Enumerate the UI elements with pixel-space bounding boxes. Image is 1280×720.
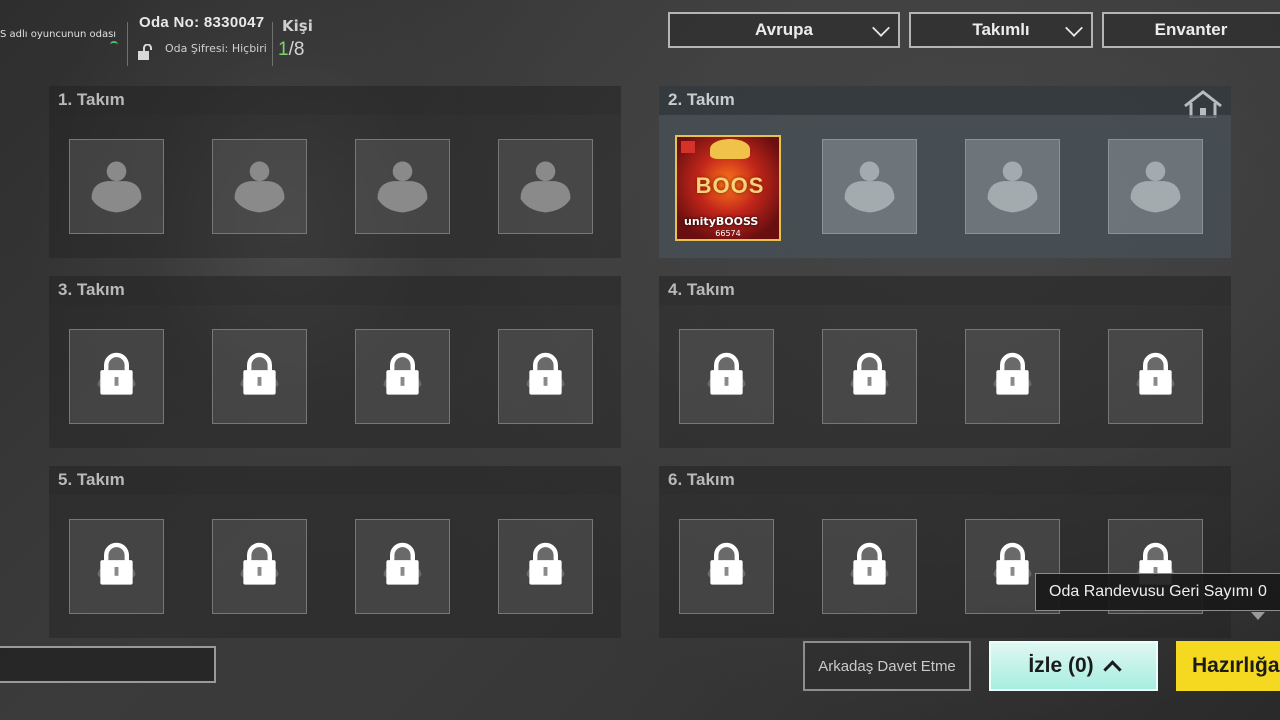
empty-slot[interactable] xyxy=(69,139,164,234)
chevron-down-icon xyxy=(872,19,890,37)
team-panel-6: 6. Takım xyxy=(659,466,1231,638)
people-total: /8 xyxy=(288,39,305,60)
person-silhouette-icon xyxy=(520,161,571,213)
room-password: Oda Şifresi: Hiçbiri xyxy=(165,42,267,55)
room-number: Oda No: 8330047 xyxy=(139,14,265,31)
padlock-icon xyxy=(383,542,422,585)
person-silhouette-icon xyxy=(1130,161,1181,213)
locked-slot[interactable] xyxy=(1108,329,1203,424)
padlock-icon xyxy=(97,352,136,395)
people-label: Kişi xyxy=(282,17,313,35)
chevron-up-icon xyxy=(1102,659,1122,679)
region-dropdown[interactable]: Avrupa xyxy=(668,12,900,48)
locked-slot[interactable] xyxy=(498,329,593,424)
invite-friend-label: Arkadaş Davet Etme xyxy=(818,657,956,675)
player-id: 66574 xyxy=(715,229,741,238)
room-countdown-text: Oda Randevusu Geri Sayımı 0 xyxy=(1049,583,1267,600)
player-name: unityBOOSS xyxy=(684,215,759,228)
team-label: 6. Takım xyxy=(668,470,735,489)
person-silhouette-icon xyxy=(844,161,895,213)
room-host-text: S adlı oyuncunun odası xyxy=(0,29,117,40)
padlock-icon xyxy=(850,542,889,585)
padlock-icon xyxy=(1136,352,1175,395)
locked-slot[interactable] xyxy=(498,519,593,614)
empty-slot[interactable] xyxy=(212,139,307,234)
empty-slot[interactable] xyxy=(965,139,1060,234)
empty-slot[interactable] xyxy=(498,139,593,234)
locked-slot[interactable] xyxy=(69,519,164,614)
padlock-icon xyxy=(383,352,422,395)
locked-slot[interactable] xyxy=(212,519,307,614)
inventory-button-label: Envanter xyxy=(1154,20,1228,39)
divider xyxy=(272,22,273,66)
spectate-button[interactable]: İzle (0) xyxy=(989,641,1158,691)
spectate-label: İzle (0) xyxy=(1028,654,1094,677)
invite-friend-button[interactable]: Arkadaş Davet Etme xyxy=(803,641,971,691)
ready-button[interactable]: Hazırlığa xyxy=(1176,641,1280,691)
empty-slot[interactable] xyxy=(822,139,917,234)
team-panel-3: 3. Takım xyxy=(49,276,621,448)
inventory-button[interactable]: Envanter xyxy=(1102,12,1280,48)
mode-dropdown-label: Takımlı xyxy=(972,20,1030,39)
person-silhouette-icon xyxy=(91,161,142,213)
padlock-icon xyxy=(850,352,889,395)
locked-slot[interactable] xyxy=(679,519,774,614)
team-panel-4: 4. Takım xyxy=(659,276,1231,448)
locked-slot[interactable] xyxy=(822,519,917,614)
region-dropdown-label: Avrupa xyxy=(755,20,813,39)
team-panel-5: 5. Takım xyxy=(49,466,621,638)
locked-slot[interactable] xyxy=(822,329,917,424)
person-silhouette-icon xyxy=(377,161,428,213)
team-label: 2. Takım xyxy=(668,90,735,109)
unlocked-lock-icon xyxy=(138,44,152,60)
padlock-icon xyxy=(526,542,565,585)
team-header: 4. Takım xyxy=(659,276,1231,305)
padlock-icon xyxy=(97,542,136,585)
chevron-down-icon xyxy=(1065,19,1083,37)
team-label: 4. Takım xyxy=(668,280,735,299)
tooltip-pointer xyxy=(1251,612,1265,620)
padlock-icon xyxy=(240,542,279,585)
chat-input[interactable] xyxy=(0,646,216,683)
team-label: 5. Takım xyxy=(58,470,125,489)
padlock-icon xyxy=(707,352,746,395)
room-countdown-tooltip: Oda Randevusu Geri Sayımı 0 xyxy=(1035,573,1280,611)
person-silhouette-icon xyxy=(234,161,285,213)
team-label: 3. Takım xyxy=(58,280,125,299)
crest-emblem xyxy=(710,139,750,159)
wifi-icon xyxy=(110,41,118,48)
ready-label: Hazırlığa xyxy=(1192,654,1280,677)
people-count: 1/8 xyxy=(278,39,304,61)
player-card-emblem-text: BOOS xyxy=(695,173,765,198)
home-icon xyxy=(1184,90,1222,118)
locked-slot[interactable] xyxy=(69,329,164,424)
team-header: 1. Takım xyxy=(49,86,621,115)
locked-slot[interactable] xyxy=(355,519,450,614)
mode-dropdown[interactable]: Takımlı xyxy=(909,12,1093,48)
team-header: 6. Takım xyxy=(659,466,1231,495)
team-panel-2: 2. Takım BOOS unityBOOSS 66574 xyxy=(659,86,1231,258)
team-label: 1. Takım xyxy=(58,90,125,109)
padlock-icon xyxy=(526,352,565,395)
locked-slot[interactable] xyxy=(212,329,307,424)
locked-slot[interactable] xyxy=(679,329,774,424)
padlock-icon xyxy=(707,542,746,585)
player-card[interactable]: BOOS unityBOOSS 66574 xyxy=(675,135,781,241)
padlock-icon xyxy=(240,352,279,395)
locked-slot[interactable] xyxy=(355,329,450,424)
divider xyxy=(127,22,128,66)
team-panel-1: 1. Takım xyxy=(49,86,621,258)
team-header: 5. Takım xyxy=(49,466,621,495)
locked-slot[interactable] xyxy=(965,329,1060,424)
people-current: 1 xyxy=(278,39,289,60)
host-badge-icon xyxy=(681,141,695,153)
team-header: 3. Takım xyxy=(49,276,621,305)
person-silhouette-icon xyxy=(987,161,1038,213)
padlock-icon xyxy=(993,352,1032,395)
team-header: 2. Takım xyxy=(659,86,1231,118)
empty-slot[interactable] xyxy=(355,139,450,234)
empty-slot[interactable] xyxy=(1108,139,1203,234)
